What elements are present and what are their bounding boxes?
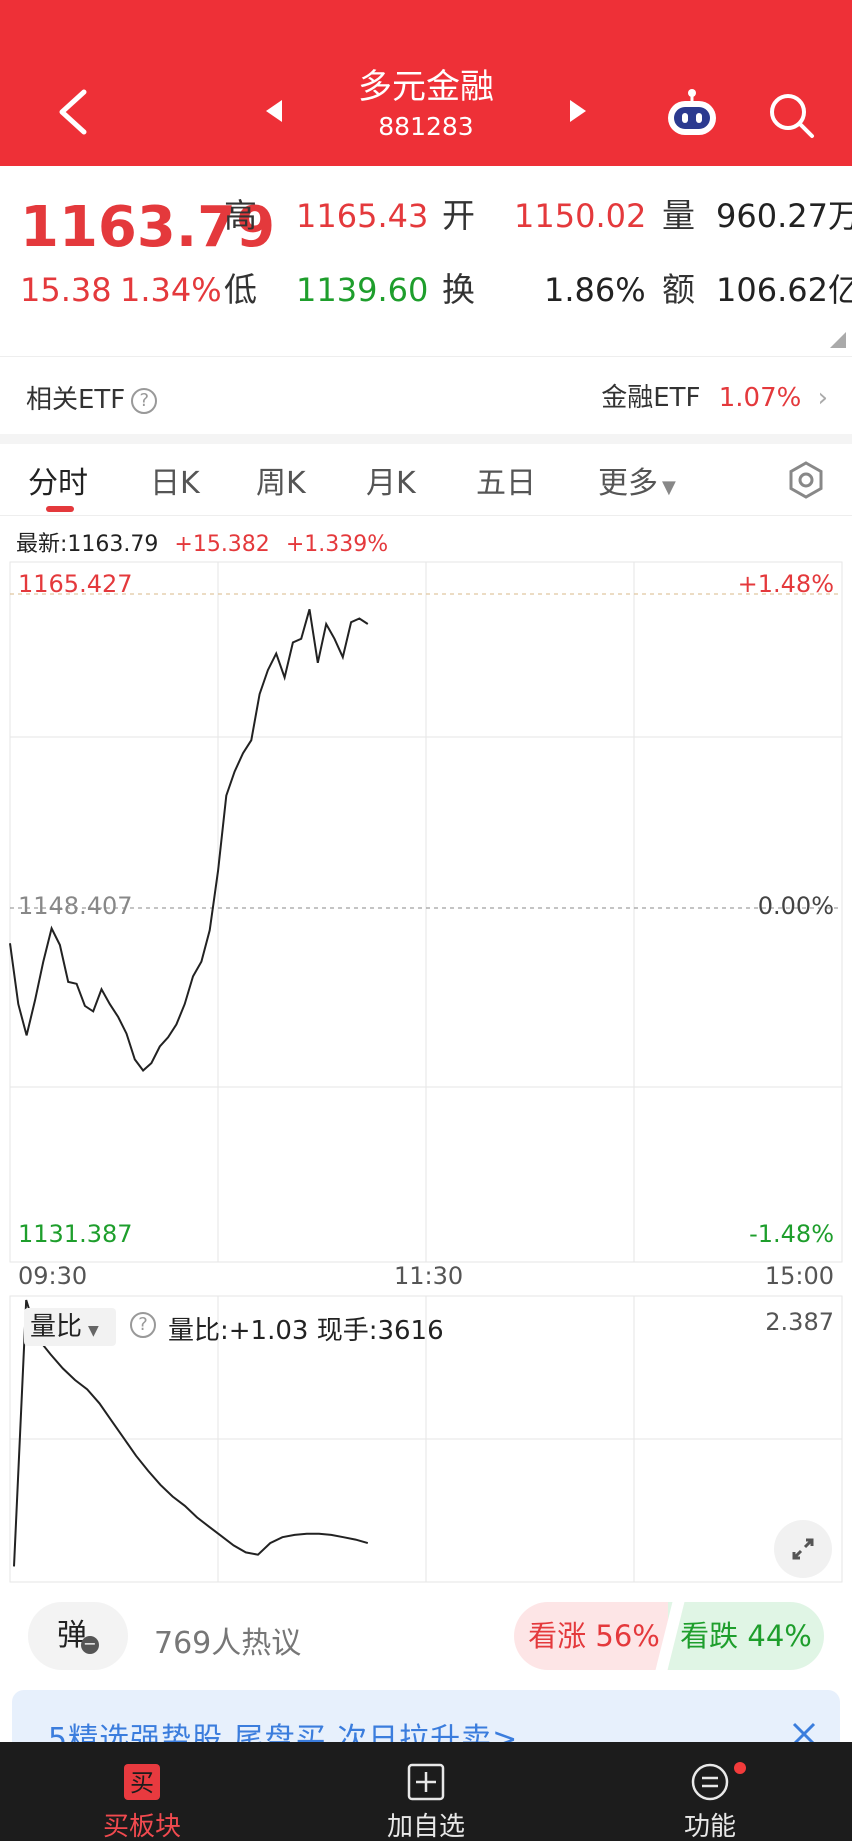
low-value: 1139.60 [296, 271, 429, 309]
chevron-right-icon: › [817, 383, 828, 413]
period-tabs: 分时 日K 周K 月K 五日 更多 ▼ [0, 444, 852, 516]
latest-price: 最新:1163.79 [16, 532, 159, 557]
high-value: 1165.43 [296, 197, 429, 235]
amount-value: 106.62亿 [716, 271, 852, 309]
robot-assistant-icon[interactable] [664, 88, 720, 138]
notification-dot [734, 1762, 746, 1774]
latest-info: 最新:1163.79 +15.382 +1.339% [16, 526, 404, 558]
svg-text:买: 买 [130, 1769, 154, 1797]
tab-monthly-k[interactable]: 月K [366, 458, 416, 502]
volume-label: 量 [662, 196, 695, 235]
next-stock-button[interactable] [564, 96, 592, 126]
related-etf-label-wrap: 相关ETF? [26, 379, 158, 416]
y-pct-mid: 0.00% [758, 892, 834, 920]
top-bar: 多元金融 881283 [0, 0, 852, 166]
volume-value: 960.27万 [716, 197, 852, 235]
open-value: 1150.02 [514, 197, 647, 235]
volume-ratio-max: 2.387 [765, 1308, 834, 1336]
latest-change: +15.382 [174, 532, 270, 557]
dropdown-arrow-icon: ▼ [662, 477, 676, 498]
time-label-open: 09:30 [18, 1262, 88, 1290]
tab-more[interactable]: 更多 ▼ [598, 458, 676, 502]
quote-panel: 1163.79 15.38 1.34% 高 1165.43 低 1139.60 … [0, 166, 852, 356]
time-label-close: 15:00 [764, 1262, 834, 1290]
bottom-nav: 买 买板块 加自选 功能 [0, 1742, 852, 1841]
search-icon[interactable] [766, 90, 816, 140]
time-label-noon: 11:30 [394, 1262, 464, 1290]
open-label: 开 [442, 196, 475, 235]
buy-sector-icon: 买 [124, 1764, 160, 1800]
section-divider [0, 434, 852, 444]
turnover-label: 换 [442, 270, 475, 309]
stock-title-block: 多元金融 881283 [240, 66, 612, 144]
y-label-mid: 1148.407 [18, 892, 133, 920]
hot-discussion-count[interactable]: 769人热议 [154, 1618, 301, 1662]
latest-pct: +1.339% [285, 532, 389, 557]
indicator-select[interactable]: 量比 ▼ [24, 1308, 116, 1346]
intraday-chart[interactable]: 1165.427 1148.407 1131.387 +1.48% 0.00% … [0, 556, 852, 1586]
price-change: 15.38 [20, 271, 112, 309]
vote-up-button[interactable]: 看涨 56% [514, 1602, 674, 1670]
stock-code: 881283 [378, 112, 474, 141]
nav-buy-sector[interactable]: 买 买板块 [42, 1742, 242, 1841]
minus-icon: − [81, 1636, 99, 1654]
menu-icon [691, 1763, 729, 1801]
time-axis: 09:30 11:30 15:00 [0, 1262, 852, 1294]
expand-quote-icon[interactable] [830, 332, 846, 348]
help-icon[interactable]: ? [131, 387, 158, 414]
back-button[interactable] [52, 86, 94, 138]
nav-add-watchlist[interactable]: 加自选 [326, 1742, 526, 1841]
volume-ratio-info: 量比:+1.03 现手:3616 [168, 1316, 444, 1346]
dropdown-arrow-icon: ▼ [88, 1323, 99, 1339]
y-label-bottom: 1131.387 [18, 1220, 133, 1248]
tab-more-label: 更多 [598, 466, 658, 501]
tab-five-day[interactable]: 五日 [476, 458, 536, 502]
active-tab-indicator [46, 506, 74, 512]
turnover-value: 1.86% [544, 271, 646, 309]
y-pct-top: +1.48% [738, 570, 834, 598]
price-line [9, 609, 369, 1072]
fullscreen-icon[interactable] [774, 1520, 832, 1578]
high-label: 高 [224, 196, 257, 235]
tab-weekly-k[interactable]: 周K [256, 458, 306, 502]
vote-down-button[interactable]: 看跌 44% [668, 1602, 824, 1670]
price-change-pct: 1.34% [120, 271, 222, 309]
related-etf-row[interactable]: 相关ETF? 金融ETF 1.07% › [0, 356, 852, 436]
y-pct-bottom: -1.48% [749, 1220, 834, 1248]
etf-change: 1.07% [718, 383, 802, 413]
tab-intraday[interactable]: 分时 [28, 458, 88, 502]
tab-daily-k[interactable]: 日K [150, 458, 200, 502]
related-etf-label: 相关ETF [26, 385, 126, 415]
stock-name: 多元金融 [358, 67, 494, 107]
nav-label-add-watchlist: 加自选 [386, 1812, 465, 1841]
etf-name: 金融ETF [601, 383, 701, 413]
nav-label-buy-sector: 买板块 [102, 1812, 181, 1841]
indicator-select-label: 量比 [30, 1312, 83, 1342]
etf-info[interactable]: 金融ETF 1.07% › [601, 377, 828, 414]
nav-label-functions: 功能 [683, 1812, 736, 1841]
y-label-top: 1165.427 [18, 570, 133, 598]
add-watchlist-icon [407, 1763, 445, 1801]
danmu-toggle-button[interactable]: 弹− [28, 1602, 128, 1670]
nav-functions[interactable]: 功能 [610, 1742, 810, 1841]
low-label: 低 [224, 270, 257, 309]
indicator-help-icon[interactable]: ? [130, 1312, 156, 1338]
settings-icon[interactable] [786, 460, 826, 500]
amount-label: 额 [662, 270, 695, 309]
